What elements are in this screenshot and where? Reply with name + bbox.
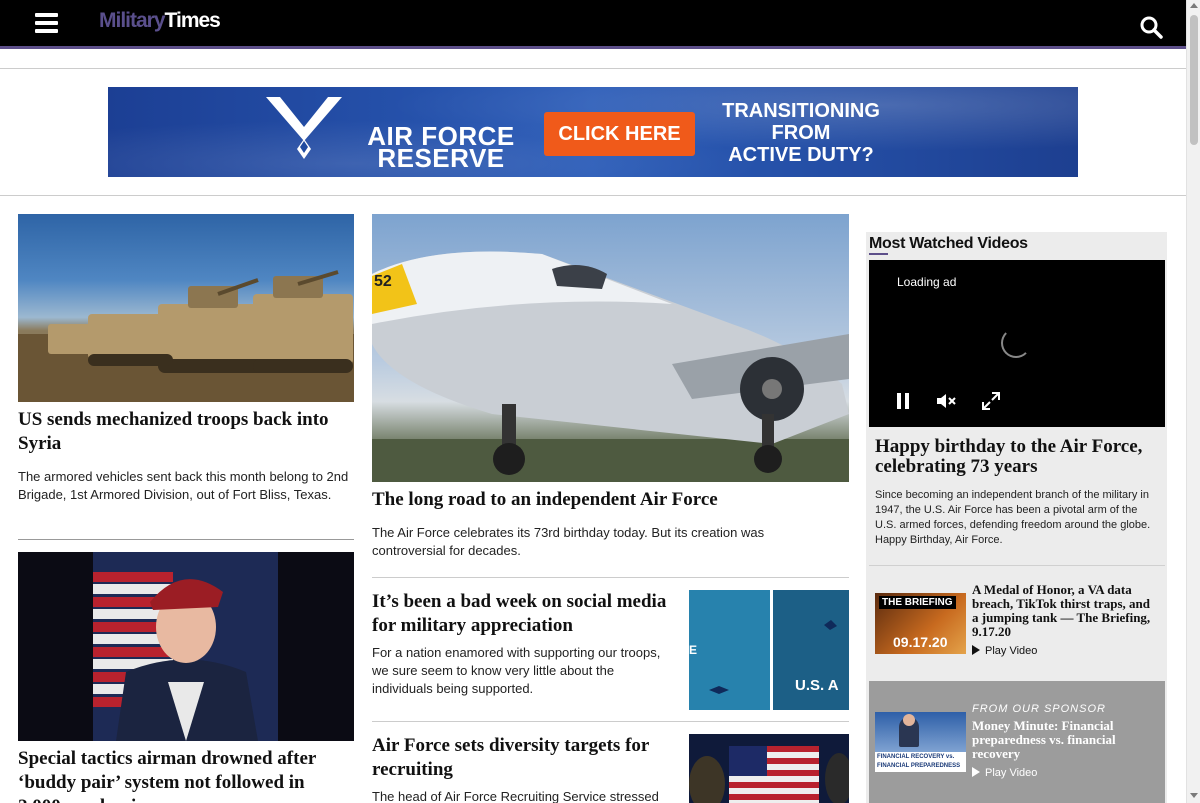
story-headline-syria[interactable]: US sends mechanized troops back into Syr… [18, 408, 354, 456]
logo-military: Military [99, 9, 166, 32]
story-thumbnail-social-media[interactable]: E U.S. A [689, 590, 849, 710]
page-scrollbar[interactable] [1186, 0, 1200, 803]
header-accent-line [0, 46, 1186, 49]
banner-message-line3: ACTIVE DUTY? [728, 144, 874, 166]
story-headline-airman[interactable]: Special tactics airman drowned after ‘bu… [18, 747, 354, 803]
story-image-airman-portrait[interactable] [18, 552, 354, 741]
fullscreen-icon[interactable] [980, 390, 1002, 412]
top-navigation-bar: MilitaryTimes [0, 0, 1186, 46]
title-underline [869, 253, 888, 255]
thumb-date: 09.17.20 [893, 634, 948, 650]
story-headline-social-media[interactable]: It’s been a bad week on social media for… [372, 590, 672, 638]
player-status: Loading ad [897, 275, 957, 289]
search-icon[interactable] [1139, 15, 1163, 39]
most-watched-title: Most Watched Videos [869, 235, 1028, 252]
video-player[interactable]: Loading ad [869, 260, 1165, 427]
thumb-label-briefing: THE BRIEFING [879, 596, 956, 609]
featured-video-title[interactable]: Happy birthday to the Air Force, celebra… [875, 437, 1159, 477]
rail-divider [869, 565, 1165, 566]
play-video-label: Play Video [985, 767, 1038, 779]
air-force-wings-icon [266, 97, 342, 159]
scroll-down-arrow-icon[interactable] [1190, 793, 1198, 798]
story-divider [372, 721, 849, 722]
lead-story-image-c54[interactable]: 52 [372, 214, 849, 482]
play-icon [972, 645, 980, 655]
video-title-briefing[interactable]: A Medal of Honor, a VA data breach, TikT… [972, 583, 1157, 639]
lead-story-dek: The Air Force celebrates its 73rd birthd… [372, 525, 765, 558]
plane-illustration: 52 [372, 251, 849, 482]
story-headline-diversity[interactable]: Air Force sets diversity targets for rec… [372, 734, 672, 782]
thumb-text-left: E [689, 643, 697, 657]
scrollbar-thumb[interactable] [1190, 15, 1198, 145]
banner-brand-line2: RESERVE [377, 143, 505, 173]
flag-ceremony-illustration [689, 746, 849, 803]
presenter-head [903, 714, 915, 726]
tanks-illustration [18, 270, 354, 402]
featured-video-description: Since becoming an independent branch of … [875, 489, 1151, 546]
story-dek-social-media: For a nation enamored with supporting ou… [372, 645, 661, 696]
airman-portrait-illustration [93, 552, 278, 741]
nose-number: 52 [374, 273, 392, 290]
banner-message-line1: TRANSITIONING [722, 100, 880, 122]
pause-icon[interactable] [892, 390, 914, 412]
banner-message: TRANSITIONING FROM ACTIVE DUTY? [711, 100, 891, 166]
thumb-text-usa: U.S. A [795, 677, 839, 694]
logo-times: Times [164, 9, 221, 32]
play-video-label: Play Video [985, 645, 1038, 657]
ad-divider [0, 195, 1186, 196]
loading-spinner-icon [1001, 328, 1031, 358]
mute-icon[interactable] [935, 390, 957, 412]
story-dek-diversity: The head of Air Force Recruiting Service… [372, 789, 659, 803]
banner-message-line2: FROM [771, 122, 831, 144]
story-divider [18, 539, 354, 540]
play-icon [972, 767, 980, 777]
site-logo[interactable]: MilitaryTimes [99, 9, 221, 33]
banner-brand: AIR FORCE RESERVE [354, 123, 528, 173]
story-divider [372, 577, 849, 578]
sponsor-label: FROM OUR SPONSOR [972, 703, 1106, 715]
scroll-up-arrow-icon[interactable] [1190, 3, 1198, 8]
story-thumbnail-diversity[interactable] [689, 734, 849, 803]
jets-illustration: E U.S. A [689, 590, 849, 710]
video-thumbnail-briefing[interactable]: THE BRIEFING 09.17.20 [875, 593, 966, 654]
subnav-divider [0, 68, 1186, 69]
thumb-caption: FINANCIAL RECOVERY vs. FINANCIAL PREPARE… [875, 752, 966, 772]
video-thumbnail-money-minute[interactable]: FINANCIAL RECOVERY vs. FINANCIAL PREPARE… [875, 712, 966, 772]
story-image-syria-armor[interactable] [18, 214, 354, 402]
lead-story-headline[interactable]: The long road to an independent Air Forc… [372, 488, 849, 512]
banner-cta-button[interactable]: CLICK HERE [544, 112, 695, 156]
play-video-link[interactable]: Play Video [972, 645, 1037, 657]
hamburger-menu-icon[interactable] [35, 13, 58, 33]
video-title-money-minute[interactable]: Money Minute: Financial preparedness vs.… [972, 719, 1157, 761]
story-dek-syria: The armored vehicles sent back this mont… [18, 469, 349, 502]
play-video-link-sponsor[interactable]: Play Video [972, 767, 1037, 779]
banner-ad[interactable]: AIR FORCE RESERVE CLICK HERE TRANSITIONI… [108, 87, 1078, 177]
